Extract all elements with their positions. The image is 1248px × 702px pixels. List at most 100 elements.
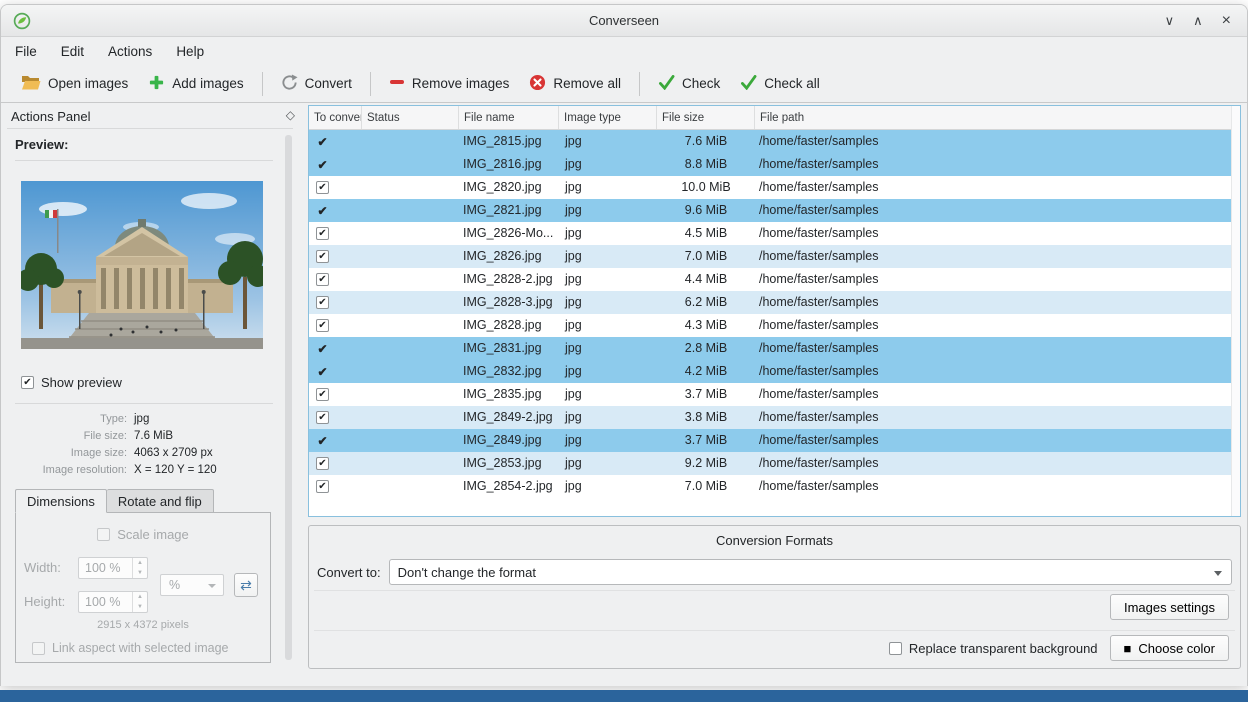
file-name-cell: IMG_2828-3.jpg [459,291,559,314]
actions-panel-titlebar[interactable]: Actions Panel ◇ [11,105,291,127]
convert-button[interactable]: Convert [271,69,362,99]
table-row[interactable]: ✔ IMG_2853.jpg jpg 9.2 MiB /home/faster/… [309,452,1240,475]
info-row-type: Type: jpg [15,410,277,427]
replace-transparent-bg-checkbox[interactable] [889,642,902,655]
table-row[interactable]: ✔ IMG_2831.jpg jpg 2.8 MiB /home/faster/… [309,337,1240,360]
format-dropdown-value: Don't change the format [398,565,536,580]
show-preview-checkbox[interactable]: ✔ [21,376,34,389]
spin-arrows[interactable]: ▲ ▼ [132,592,147,612]
info-row-imagesize: Image size: 4063 x 2709 px [15,444,277,461]
images-settings-button[interactable]: Images settings [1110,594,1229,620]
image-type-cell: jpg [559,153,657,176]
table-row[interactable]: ✔ IMG_2820.jpg jpg 10.0 MiB /home/faster… [309,176,1240,199]
add-images-button[interactable]: Add images [138,69,253,99]
to-convert-checkbox[interactable]: ✔ [316,480,329,493]
remove-all-button[interactable]: Remove all [519,69,631,99]
column-header-status[interactable]: Status [362,106,459,129]
link-aspect-label: Link aspect with selected image [52,641,228,655]
to-convert-checkbox[interactable]: ✔ [316,342,329,355]
divider [7,128,293,129]
column-header-file-size[interactable]: File size [657,106,755,129]
minimize-button[interactable]: ∨ [1165,13,1175,29]
menu-file[interactable]: File [15,44,37,59]
toolbar-separator [370,72,371,96]
unit-dropdown[interactable]: % [160,574,224,596]
table-row[interactable]: ✔ IMG_2815.jpg jpg 7.6 MiB /home/faster/… [309,130,1240,153]
titlebar[interactable]: Converseen ∨ ∧ × [1,5,1247,37]
table-row[interactable]: ✔ IMG_2828-2.jpg jpg 4.4 MiB /home/faste… [309,268,1240,291]
scale-image-checkbox[interactable] [97,528,110,541]
remove-images-button[interactable]: Remove images [379,69,520,98]
to-convert-checkbox[interactable]: ✔ [316,411,329,424]
format-dropdown[interactable]: Don't change the format [389,559,1232,585]
to-convert-checkbox[interactable]: ✔ [316,457,329,470]
spin-up-icon[interactable]: ▲ [133,558,147,568]
toolbar-separator [262,72,263,96]
to-convert-checkbox[interactable]: ✔ [316,296,329,309]
table-row[interactable]: ✔ IMG_2826-Mo... jpg 4.5 MiB /home/faste… [309,222,1240,245]
table-row[interactable]: ✔ IMG_2821.jpg jpg 9.6 MiB /home/faster/… [309,199,1240,222]
tab-rotate-and-flip[interactable]: Rotate and flip [107,489,214,513]
to-convert-checkbox[interactable]: ✔ [316,250,329,263]
toolbar-separator [639,72,640,96]
table-row[interactable]: ✔ IMG_2832.jpg jpg 4.2 MiB /home/faster/… [309,360,1240,383]
to-convert-checkbox[interactable]: ✔ [316,319,329,332]
height-spinbox[interactable]: 100 % ▲ ▼ [78,591,148,613]
open-images-button[interactable]: Open images [11,69,138,99]
to-convert-checkbox[interactable]: ✔ [316,158,329,171]
link-aspect-checkbox[interactable] [32,642,45,655]
check-all-button[interactable]: Check all [730,70,830,98]
spin-down-icon[interactable]: ▼ [133,602,147,612]
to-convert-checkbox[interactable]: ✔ [316,388,329,401]
file-size-cell: 2.8 MiB [657,337,755,360]
table-scrollbar[interactable] [1231,106,1240,516]
column-header-image-type[interactable]: Image type [559,106,657,129]
spin-down-icon[interactable]: ▼ [133,568,147,578]
maximize-button[interactable]: ∧ [1193,13,1203,29]
column-header-to-convert[interactable]: To convert [309,106,362,129]
image-type-cell: jpg [559,406,657,429]
choose-color-button[interactable]: ■ Choose color [1110,635,1229,661]
to-convert-checkbox[interactable]: ✔ [316,181,329,194]
file-size-cell: 10.0 MiB [657,176,755,199]
menu-help[interactable]: Help [176,44,204,59]
to-convert-checkbox[interactable]: ✔ [316,434,329,447]
table-row[interactable]: ✔ IMG_2816.jpg jpg 8.8 MiB /home/faster/… [309,153,1240,176]
menu-edit[interactable]: Edit [61,44,84,59]
close-button[interactable]: × [1222,12,1231,30]
file-path-cell: /home/faster/samples [755,176,1240,199]
to-convert-checkbox[interactable]: ✔ [316,204,329,217]
table-row[interactable]: ✔ IMG_2854-2.jpg jpg 7.0 MiB /home/faste… [309,475,1240,498]
file-size-label: File size: [15,430,127,442]
table-row[interactable]: ✔ IMG_2828-3.jpg jpg 6.2 MiB /home/faste… [309,291,1240,314]
dimensions-pane: Scale image Width: 100 % ▲ ▼ % ⇄ Height:… [15,512,271,663]
dimensions-tabbar: Dimensions Rotate and flip [15,489,214,513]
to-convert-checkbox[interactable]: ✔ [316,227,329,240]
check-button[interactable]: Check [648,70,730,98]
width-spinbox[interactable]: 100 % ▲ ▼ [78,557,148,579]
spin-up-icon[interactable]: ▲ [133,592,147,602]
to-convert-checkbox[interactable]: ✔ [316,365,329,378]
actions-panel-scrollbar[interactable] [285,135,292,660]
file-size-cell: 6.2 MiB [657,291,755,314]
file-path-cell: /home/faster/samples [755,383,1240,406]
column-header-file-name[interactable]: File name [459,106,559,129]
table-row[interactable]: ✔ IMG_2828.jpg jpg 4.3 MiB /home/faster/… [309,314,1240,337]
reset-dimensions-button[interactable]: ⇄ [234,573,258,597]
file-size-cell: 9.6 MiB [657,199,755,222]
file-path-cell: /home/faster/samples [755,245,1240,268]
spin-arrows[interactable]: ▲ ▼ [132,558,147,578]
file-path-cell: /home/faster/samples [755,291,1240,314]
file-size-value: 7.6 MiB [134,430,173,442]
to-convert-checkbox[interactable]: ✔ [316,135,329,148]
table-row[interactable]: ✔ IMG_2826.jpg jpg 7.0 MiB /home/faster/… [309,245,1240,268]
table-row[interactable]: ✔ IMG_2849-2.jpg jpg 3.8 MiB /home/faste… [309,406,1240,429]
to-convert-checkbox[interactable]: ✔ [316,273,329,286]
menu-actions[interactable]: Actions [108,44,152,59]
swap-arrows-icon: ⇄ [240,577,252,594]
tab-dimensions[interactable]: Dimensions [15,489,107,513]
float-panel-icon[interactable]: ◇ [286,108,295,122]
table-row[interactable]: ✔ IMG_2835.jpg jpg 3.7 MiB /home/faster/… [309,383,1240,406]
column-header-file-path[interactable]: File path [755,106,1240,129]
table-row[interactable]: ✔ IMG_2849.jpg jpg 3.7 MiB /home/faster/… [309,429,1240,452]
